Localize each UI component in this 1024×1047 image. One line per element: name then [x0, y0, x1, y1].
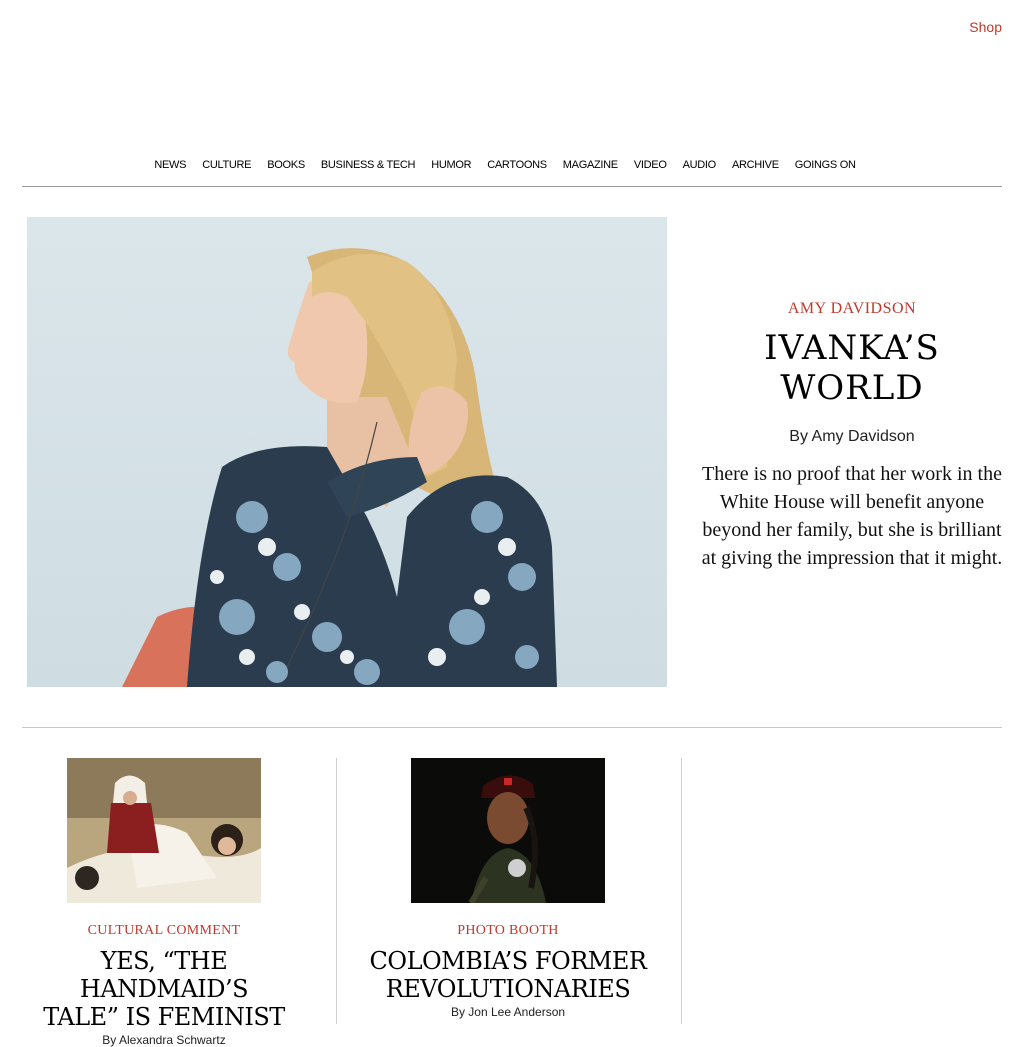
story-rubric[interactable]: PHOTO BOOTH: [358, 923, 658, 939]
hero-dek: There is no proof that her work in the W…: [701, 463, 1003, 569]
story-card: PHOTO BOOTH COLOMBIA’S FORMER REVOLUTION…: [358, 758, 658, 1019]
section-divider: [22, 727, 1002, 728]
nav-item-archive[interactable]: ARCHIVE: [732, 159, 779, 171]
hero-title[interactable]: IVANKA’S WORLD: [700, 328, 1004, 408]
story-title-line-1[interactable]: YES, “THE HANDMAID’S: [80, 947, 249, 1003]
nav-item-humor[interactable]: HUMOR: [431, 159, 471, 171]
story-title[interactable]: YES, “THE HANDMAID’S TALE” IS FEMINIST: [14, 947, 314, 1031]
story-title-line-2[interactable]: TALE” IS FEMINIST: [43, 1003, 285, 1031]
story-byline[interactable]: By Jon Lee Anderson: [358, 1005, 658, 1019]
story-title-line-1[interactable]: COLOMBIA’S FORMER: [370, 947, 647, 975]
nav-item-magazine[interactable]: MAGAZINE: [563, 159, 618, 171]
hero-image[interactable]: [27, 217, 667, 687]
nav-item-books[interactable]: BOOKS: [267, 159, 305, 171]
main-nav: NEWS CULTURE BOOKS BUSINESS & TECH HUMOR…: [0, 159, 1010, 171]
story-thumbnail[interactable]: [67, 758, 261, 903]
column-divider: [336, 758, 337, 1024]
nav-item-culture[interactable]: CULTURE: [202, 159, 251, 171]
hero-story: AMY DAVIDSON IVANKA’S WORLD By Amy David…: [700, 300, 1004, 572]
shop-link[interactable]: Shop: [969, 19, 1002, 35]
nav-item-news[interactable]: NEWS: [154, 159, 186, 171]
nav-item-cartoons[interactable]: CARTOONS: [487, 159, 547, 171]
story-rubric[interactable]: CULTURAL COMMENT: [14, 923, 314, 939]
nav-item-audio[interactable]: AUDIO: [683, 159, 717, 171]
nav-divider: [22, 186, 1002, 187]
nav-item-goings-on[interactable]: GOINGS ON: [795, 159, 856, 171]
nav-item-business-tech[interactable]: BUSINESS & TECH: [321, 159, 416, 171]
story-card: CULTURAL COMMENT YES, “THE HANDMAID’S TA…: [14, 758, 314, 1047]
story-title[interactable]: COLOMBIA’S FORMER REVOLUTIONARIES: [358, 947, 658, 1003]
story-byline[interactable]: By Alexandra Schwartz: [14, 1033, 314, 1047]
hero-title-line-2[interactable]: WORLD: [780, 368, 923, 408]
story-thumbnail[interactable]: [411, 758, 605, 903]
column-divider: [681, 758, 682, 1024]
hero-title-line-1[interactable]: IVANKA’S: [764, 328, 940, 368]
hero-byline[interactable]: By Amy Davidson: [700, 428, 1004, 446]
story-title-line-2[interactable]: REVOLUTIONARIES: [386, 975, 631, 1003]
hero-rubric[interactable]: AMY DAVIDSON: [700, 300, 1004, 318]
nav-item-video[interactable]: VIDEO: [634, 159, 667, 171]
